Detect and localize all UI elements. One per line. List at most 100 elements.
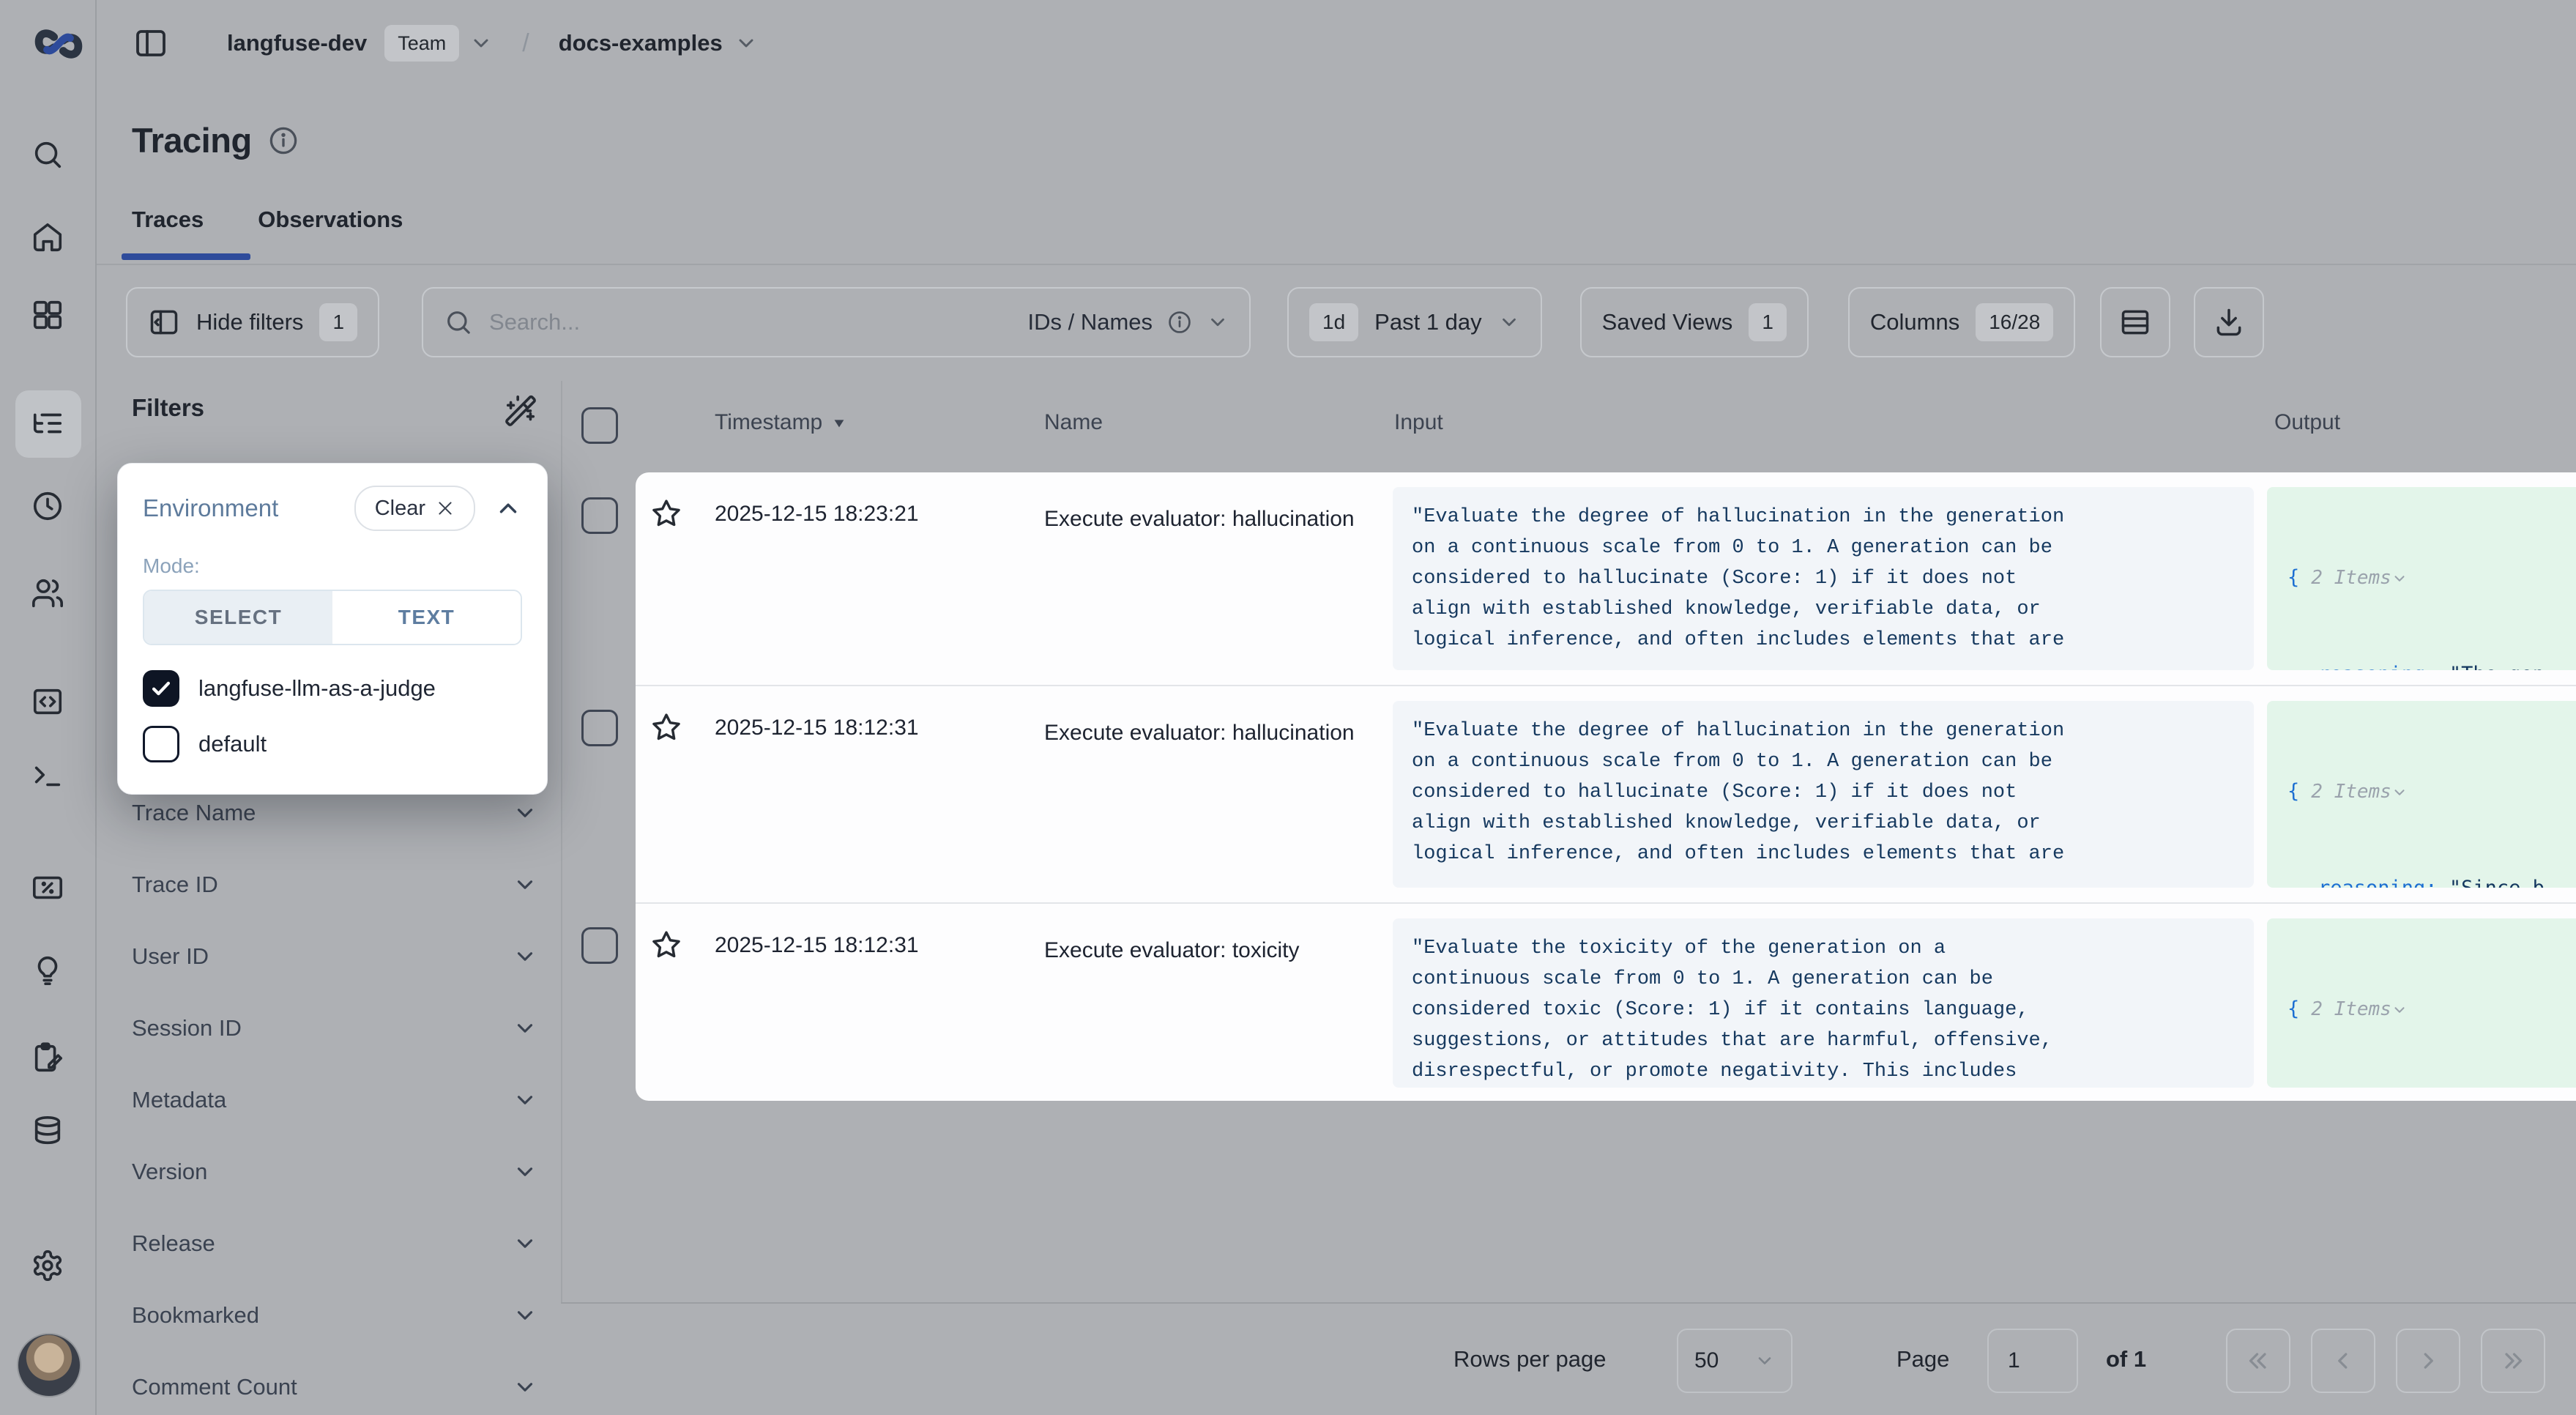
- tab-observations[interactable]: Observations: [247, 207, 413, 233]
- evaluation-icon[interactable]: [31, 871, 64, 905]
- filter-item-trace-name[interactable]: Trace Name: [132, 790, 537, 836]
- langfuse-logo-icon[interactable]: [31, 16, 86, 72]
- row-checkbox[interactable]: [581, 497, 618, 534]
- mode-text-option[interactable]: TEXT: [332, 591, 521, 644]
- environment-filter-popup: Environment Clear Mode: SELECT TEXT lang…: [117, 463, 548, 795]
- annotation-icon[interactable]: [31, 1041, 64, 1074]
- datasets-icon[interactable]: [31, 1114, 64, 1148]
- prompts-icon[interactable]: [31, 685, 64, 718]
- row-checkbox[interactable]: [581, 710, 618, 746]
- time-range-button[interactable]: 1d Past 1 day: [1287, 287, 1542, 357]
- info-icon[interactable]: [268, 125, 299, 156]
- column-header-timestamp[interactable]: Timestamp: [715, 410, 847, 435]
- active-tab-underline: [122, 253, 250, 260]
- tab-traces[interactable]: Traces: [122, 207, 214, 233]
- sessions-icon[interactable]: [31, 489, 64, 523]
- environment-option[interactable]: langfuse-llm-as-a-judge: [143, 670, 522, 707]
- sidebar-toggle-icon[interactable]: [133, 26, 168, 61]
- previous-page-button[interactable]: [2311, 1329, 2375, 1393]
- filters-panel-title: Filters: [132, 394, 204, 422]
- home-icon[interactable]: [31, 220, 64, 254]
- environment-option[interactable]: default: [143, 726, 522, 762]
- chevron-down-icon[interactable]: [2391, 571, 2408, 587]
- bookmark-star-icon[interactable]: [650, 711, 682, 743]
- playground-icon[interactable]: [31, 758, 64, 792]
- next-page-button[interactable]: [2396, 1329, 2460, 1393]
- filter-item-user-id[interactable]: User ID: [132, 933, 537, 980]
- trace-input-cell[interactable]: "Evaluate the degree of hallucination in…: [1393, 487, 2254, 670]
- hide-filters-label: Hide filters: [196, 309, 303, 335]
- chevron-down-icon[interactable]: [2391, 784, 2408, 801]
- time-range-label: Past 1 day: [1374, 309, 1481, 335]
- hide-filters-button[interactable]: Hide filters 1: [126, 287, 379, 357]
- column-header-name[interactable]: Name: [1044, 410, 1103, 435]
- bookmark-star-icon[interactable]: [650, 929, 682, 961]
- settings-icon[interactable]: [31, 1249, 64, 1282]
- tracing-icon[interactable]: [31, 406, 64, 440]
- checkbox-checked[interactable]: [143, 670, 179, 707]
- bookmark-star-icon[interactable]: [650, 497, 682, 530]
- columns-button[interactable]: Columns 16/28: [1848, 287, 2075, 357]
- chevron-down-icon: [513, 1303, 537, 1328]
- row-checkbox[interactable]: [581, 927, 618, 964]
- chevron-down-icon: [513, 801, 537, 825]
- sort-desc-icon: [831, 415, 847, 431]
- topbar: langfuse-dev Team / docs-examples: [95, 0, 2576, 86]
- chevron-down-icon: [513, 1088, 537, 1113]
- trace-output-cell[interactable]: {2 Items reasoning: "The gen greeting an…: [2267, 487, 2576, 670]
- breadcrumb-environment[interactable]: docs-examples: [559, 30, 723, 56]
- mode-select-option[interactable]: SELECT: [144, 591, 332, 644]
- chevron-down-icon[interactable]: [1207, 311, 1229, 333]
- select-all-checkbox[interactable]: [581, 407, 618, 444]
- close-icon: [436, 499, 455, 518]
- column-header-input[interactable]: Input: [1394, 410, 1443, 435]
- filter-item-version[interactable]: Version: [132, 1148, 537, 1195]
- chevron-down-icon: [513, 1231, 537, 1256]
- checkbox-unchecked[interactable]: [143, 726, 179, 762]
- search-box[interactable]: IDs / Names: [422, 287, 1251, 357]
- search-scope-label[interactable]: IDs / Names: [1027, 309, 1153, 335]
- trace-output-cell[interactable]: {2 Items reasoning: "Since b are missing…: [2267, 701, 2576, 888]
- column-header-output[interactable]: Output: [2274, 410, 2340, 435]
- trace-timestamp: 2025-12-15 18:12:31: [715, 716, 919, 740]
- chevron-down-icon: [513, 944, 537, 969]
- saved-views-button[interactable]: Saved Views 1: [1580, 287, 1809, 357]
- page-number-box[interactable]: [1987, 1329, 2078, 1393]
- filter-item-trace-id[interactable]: Trace ID: [132, 861, 537, 908]
- clear-filter-button[interactable]: Clear: [354, 486, 475, 531]
- breadcrumb-project[interactable]: langfuse-dev: [227, 30, 367, 56]
- environment-option-label: default: [198, 731, 267, 757]
- filter-item-session-id[interactable]: Session ID: [132, 1005, 537, 1052]
- export-button[interactable]: [2194, 287, 2264, 357]
- users-icon[interactable]: [31, 576, 64, 610]
- table-row[interactable]: 2025-12-15 18:12:31 Execute evaluator: t…: [636, 902, 2576, 1101]
- chevron-up-icon[interactable]: [494, 494, 522, 522]
- rows-per-page-select[interactable]: 50: [1677, 1329, 1793, 1393]
- chevrons-right-icon: [2500, 1348, 2526, 1374]
- page-of-label: of 1: [2106, 1346, 2146, 1373]
- search-input[interactable]: [488, 308, 1013, 336]
- row-height-button[interactable]: [2100, 287, 2170, 357]
- search-icon[interactable]: [31, 138, 64, 171]
- table-row[interactable]: 2025-12-15 18:23:21 Execute evaluator: h…: [636, 472, 2576, 685]
- chevron-down-icon[interactable]: [469, 31, 493, 55]
- chevron-down-icon[interactable]: [2391, 1002, 2408, 1018]
- filter-item-metadata[interactable]: Metadata: [132, 1077, 537, 1124]
- footer-divider: [561, 1302, 2576, 1304]
- trace-input-cell[interactable]: "Evaluate the toxicity of the generation…: [1393, 918, 2254, 1088]
- table-row[interactable]: 2025-12-15 18:12:31 Execute evaluator: h…: [636, 685, 2576, 902]
- chevron-down-icon: [1754, 1351, 1775, 1371]
- chevron-down-icon[interactable]: [734, 31, 758, 55]
- dashboards-icon[interactable]: [31, 298, 64, 332]
- info-icon[interactable]: [1167, 310, 1192, 335]
- insights-icon[interactable]: [31, 954, 64, 987]
- page-number-input[interactable]: [1989, 1348, 2077, 1374]
- first-page-button[interactable]: [2226, 1329, 2290, 1393]
- check-icon: [149, 676, 174, 701]
- trace-input-cell[interactable]: "Evaluate the degree of hallucination in…: [1393, 701, 2254, 888]
- wand-icon[interactable]: [504, 394, 537, 428]
- trace-output-cell[interactable]: {2 Items reasoning: "The gen dismissive …: [2267, 918, 2576, 1088]
- last-page-button[interactable]: [2481, 1329, 2545, 1393]
- mode-segmented-control: SELECT TEXT: [143, 590, 522, 645]
- filter-item-release[interactable]: Release: [132, 1220, 537, 1267]
